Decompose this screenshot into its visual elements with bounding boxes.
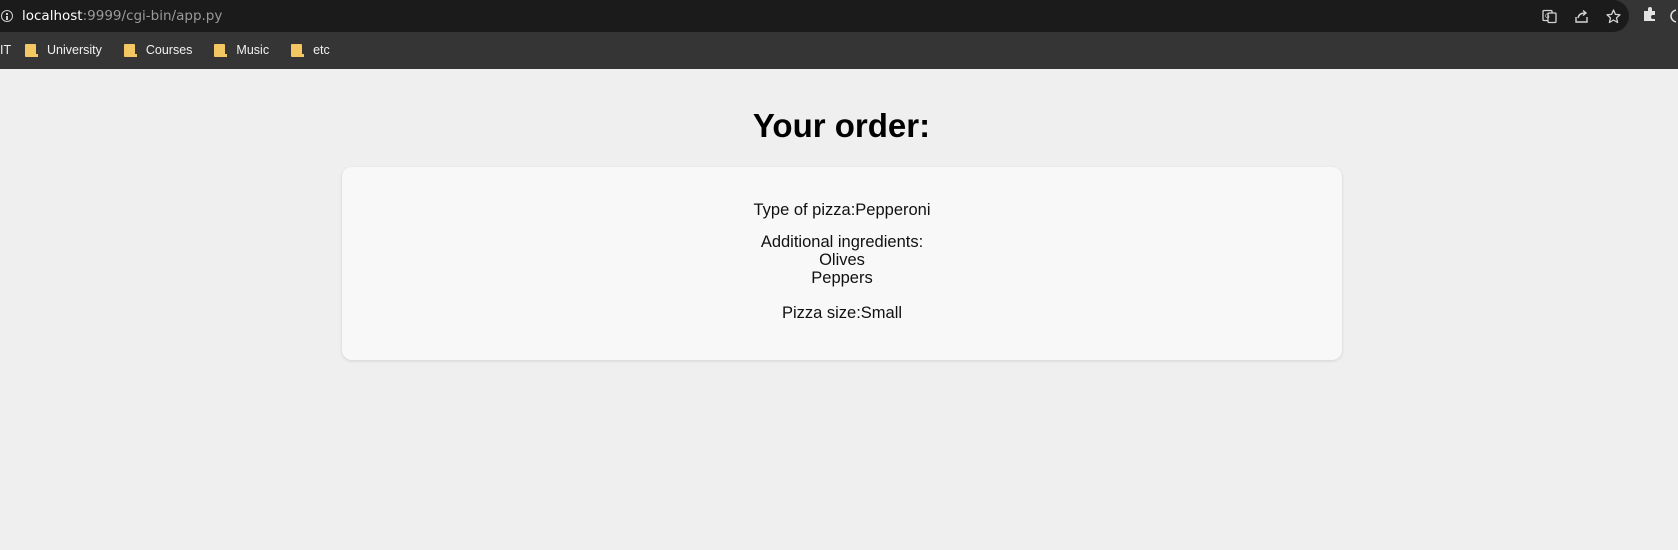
- browser-chrome: localhost:9999/cgi-bin/app.py G IT Unive…: [0, 0, 1678, 69]
- bookmark-partial[interactable]: IT: [0, 43, 13, 57]
- folder-icon: [123, 43, 137, 57]
- page-content: Your order: Type of pizza:Pepperoni Addi…: [0, 69, 1678, 550]
- star-icon[interactable]: [1597, 0, 1629, 32]
- pizza-size-label: Pizza size:: [781, 304, 861, 322]
- page-title: Your order:: [752, 107, 931, 144]
- bookmarks-bar: IT University Courses Music etc: [0, 35, 340, 65]
- folder-icon: [25, 43, 38, 57]
- svg-text:G: G: [1545, 13, 1550, 20]
- order-summary-card: Type of pizza:Pepperoni Additional ingre…: [342, 167, 1342, 360]
- folder-icon: [214, 43, 228, 57]
- share-icon[interactable]: [1565, 0, 1597, 32]
- bookmark-courses[interactable]: Courses: [123, 43, 203, 57]
- pizza-size-value: Small: [860, 304, 903, 322]
- bookmark-label: University: [47, 43, 102, 57]
- bookmark-university[interactable]: University: [25, 43, 112, 57]
- ingredient-item: Peppers: [811, 269, 873, 287]
- url-path: :9999/cgi-bin/app.py: [82, 8, 223, 24]
- bookmark-label: etc: [313, 43, 330, 57]
- ingredient-item: Olives: [819, 251, 865, 269]
- extensions-area: [1633, 0, 1678, 32]
- address-bar[interactable]: localhost:9999/cgi-bin/app.py G: [0, 0, 1629, 32]
- bookmark-label: Courses: [145, 43, 193, 57]
- address-bar-actions: G: [1533, 0, 1629, 32]
- puzzle-icon[interactable]: [1642, 6, 1658, 27]
- translate-icon[interactable]: G: [1533, 0, 1565, 32]
- info-icon[interactable]: [1, 10, 13, 22]
- pizza-type-value: Pepperoni: [855, 201, 931, 219]
- pizza-size-line: Pizza size:Small: [342, 304, 1342, 322]
- bookmark-label: Music: [236, 43, 270, 57]
- bookmark-music[interactable]: Music: [214, 43, 279, 57]
- bookmark-etc[interactable]: etc: [291, 43, 340, 57]
- pizza-type-label: Type of pizza:: [753, 201, 856, 219]
- url-text[interactable]: localhost:9999/cgi-bin/app.py: [22, 8, 222, 24]
- url-host: localhost: [22, 8, 83, 24]
- folder-icon: [291, 43, 305, 57]
- pizza-type-line: Type of pizza:Pepperoni: [342, 201, 1342, 219]
- ingredients-label: Additional ingredients:: [760, 233, 924, 251]
- profile-icon[interactable]: [1670, 9, 1676, 23]
